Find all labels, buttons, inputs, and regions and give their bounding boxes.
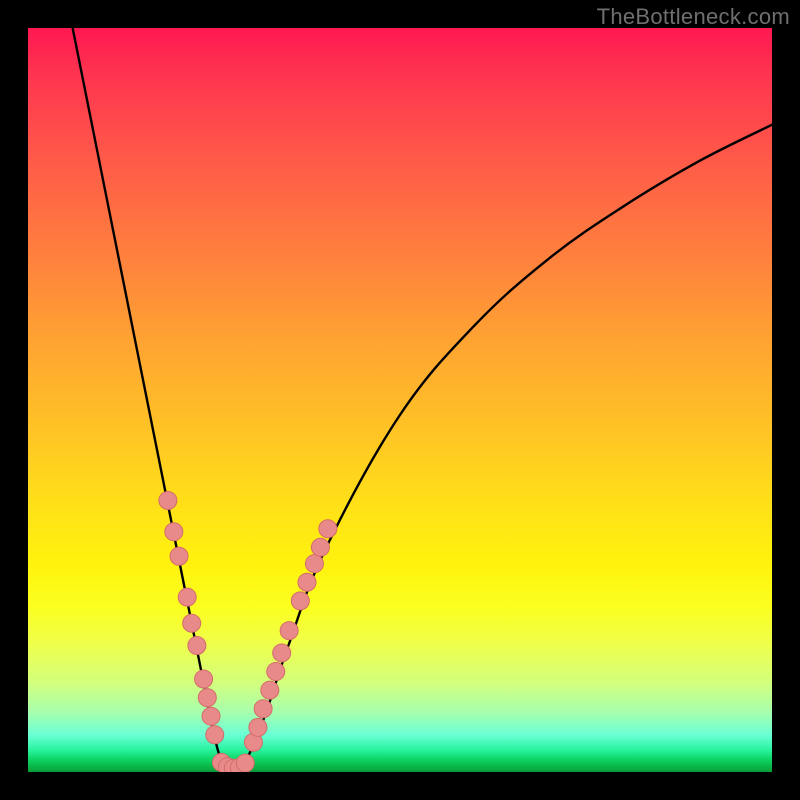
data-marker — [254, 700, 272, 718]
data-marker — [159, 491, 177, 509]
data-marker — [165, 523, 183, 541]
data-marker — [195, 670, 213, 688]
data-marker — [280, 622, 298, 640]
data-markers — [159, 491, 337, 772]
watermark-text: TheBottleneck.com — [597, 4, 790, 30]
data-marker — [198, 689, 216, 707]
data-marker — [178, 588, 196, 606]
data-marker — [236, 754, 254, 772]
data-marker — [188, 637, 206, 655]
plot-area — [28, 28, 772, 772]
data-marker — [273, 644, 291, 662]
data-marker — [261, 681, 279, 699]
data-marker — [206, 726, 224, 744]
bottleneck-curve — [73, 28, 772, 769]
data-marker — [267, 663, 285, 681]
data-marker — [305, 555, 323, 573]
data-marker — [170, 547, 188, 565]
outer-frame: TheBottleneck.com — [0, 0, 800, 800]
chart-overlay — [28, 28, 772, 772]
data-marker — [319, 520, 337, 538]
data-marker — [202, 707, 220, 725]
data-marker — [311, 538, 329, 556]
data-marker — [249, 718, 267, 736]
data-marker — [298, 573, 316, 591]
data-marker — [291, 592, 309, 610]
data-marker — [183, 614, 201, 632]
